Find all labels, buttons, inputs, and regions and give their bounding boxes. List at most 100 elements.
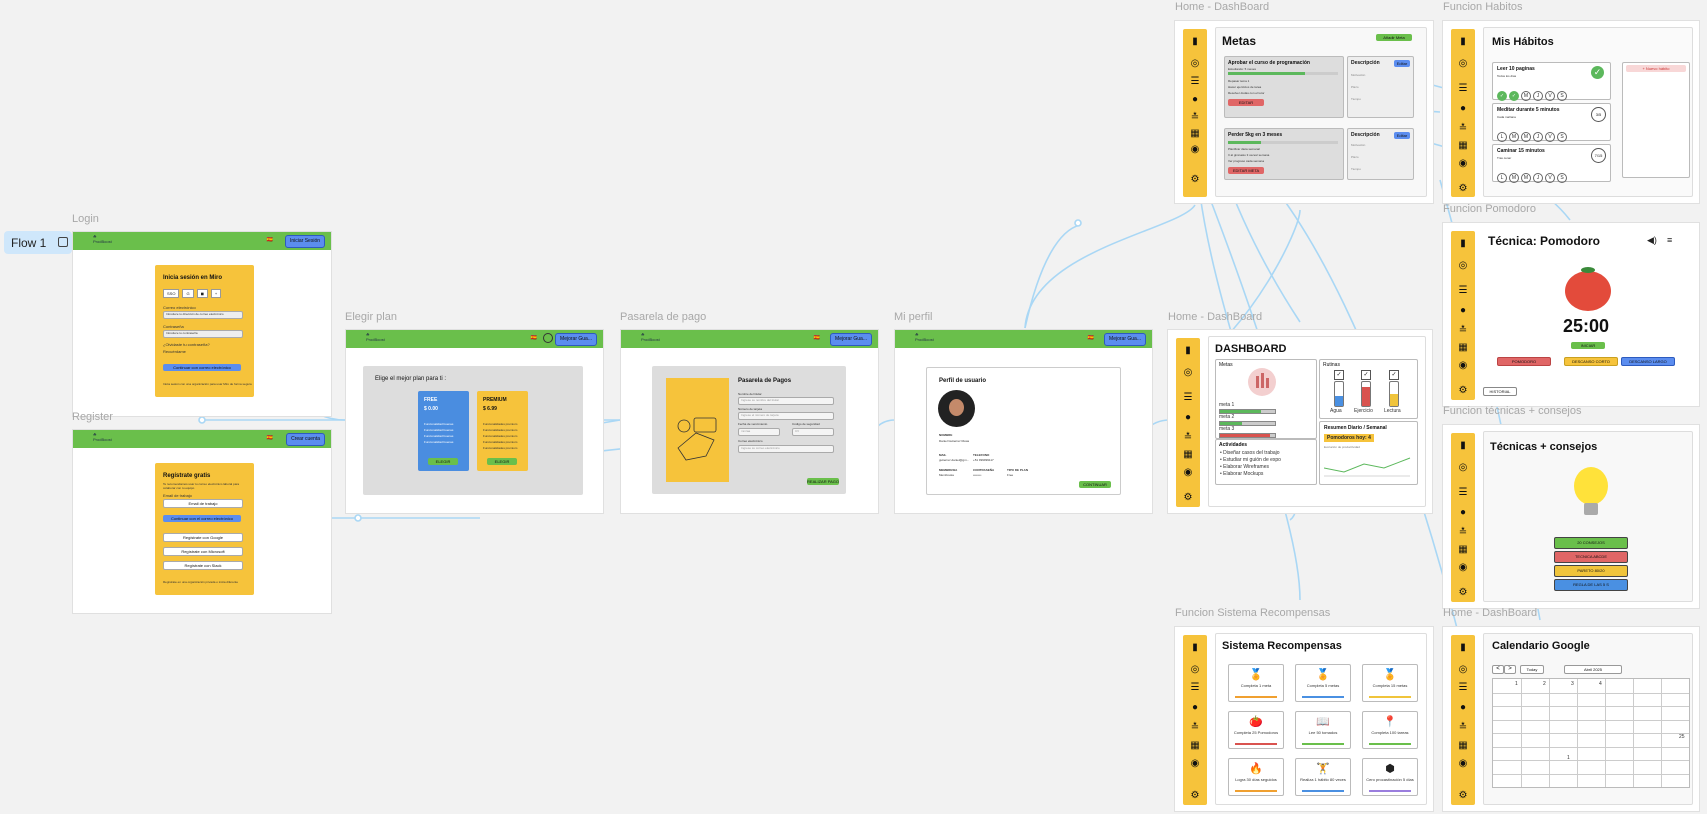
target-icon[interactable]: ◎ xyxy=(1190,59,1200,69)
tomato-icon[interactable]: ● xyxy=(1458,306,1468,316)
calendar-icon[interactable]: ▦ xyxy=(1458,545,1468,555)
routine-checkbox[interactable]: ✓ xyxy=(1334,370,1344,380)
day-check[interactable]: V xyxy=(1545,173,1555,183)
chart-icon[interactable]: ▮ xyxy=(1458,643,1468,653)
free-plan-select-button[interactable]: ELEGIR xyxy=(428,458,458,465)
list-icon[interactable]: ☰ xyxy=(1458,683,1468,693)
tip-pareto-button[interactable]: PARETO 80/20 xyxy=(1554,565,1628,577)
edit-goal-button[interactable]: EDITAR META xyxy=(1228,167,1264,174)
login-submit-button[interactable]: Continuar con correo electrónico xyxy=(163,364,241,371)
premium-plan-select-button[interactable]: ELEGIR xyxy=(487,458,517,465)
list-icon[interactable]: ☰ xyxy=(1458,286,1468,296)
user-icon[interactable] xyxy=(543,333,553,343)
microsoft-button[interactable]: ◼ xyxy=(196,289,208,298)
day-check[interactable]: M xyxy=(1521,132,1531,142)
google-button[interactable]: G xyxy=(182,289,194,298)
day-check[interactable]: S xyxy=(1557,91,1567,101)
pay-submit-button[interactable]: REALIZAR PAGO xyxy=(807,478,839,485)
mode-pomodoro-button[interactable]: POMODORO xyxy=(1497,357,1551,366)
goal-task[interactable]: Ir al gimnasio 3 veces/ semana xyxy=(1228,153,1269,157)
login-nav-button[interactable]: Iniciar Sesión xyxy=(284,235,325,248)
upgrade-button[interactable]: Mejorar Gua... xyxy=(555,333,597,346)
chart-icon[interactable]: ▮ xyxy=(1458,239,1468,249)
list-icon[interactable]: ☰ xyxy=(1190,683,1200,693)
day-check[interactable]: J xyxy=(1533,91,1543,101)
list-icon[interactable]: ☰ xyxy=(1190,77,1200,87)
target-icon[interactable]: ◎ xyxy=(1458,665,1468,675)
edit-description-button[interactable]: Editar xyxy=(1394,60,1410,67)
expiry-input[interactable]: mm/aa xyxy=(738,428,780,436)
routine-checkbox[interactable]: ✓ xyxy=(1389,370,1399,380)
day-check[interactable]: L xyxy=(1497,132,1507,142)
day-check[interactable]: J xyxy=(1533,173,1543,183)
goal-card[interactable]: Perder 5kg en 3 meses Planificar dieta s… xyxy=(1224,128,1344,180)
chart-icon[interactable]: ▮ xyxy=(1183,346,1193,356)
register-submit-button[interactable]: Continuar con el correo electrónico xyxy=(163,515,241,522)
tips-icon[interactable]: ≛ xyxy=(1458,124,1468,134)
tips-icon[interactable]: ≛ xyxy=(1458,326,1468,336)
target-icon[interactable]: ◎ xyxy=(1458,261,1468,271)
reward-card[interactable]: ⬢ Cero procastinación 5 días xyxy=(1362,758,1418,796)
flow-label[interactable]: Flow 1 xyxy=(4,231,72,254)
goal-task[interactable]: Planificar dieta semanal xyxy=(1228,147,1260,151)
history-button[interactable]: HISTORIAL xyxy=(1483,387,1517,396)
today-button[interactable]: Today xyxy=(1520,665,1544,674)
day-check[interactable]: V xyxy=(1545,132,1555,142)
free-plan-card[interactable]: FREE $ 0.00 Funcionalidad buenas Funcion… xyxy=(418,391,469,471)
language-flag[interactable]: 🇪🇸 xyxy=(267,435,273,441)
goal-task[interactable]: Hacer ejercicios de tarea xyxy=(1228,85,1261,89)
holder-input[interactable]: Ingrese su nombre del titular xyxy=(738,397,834,405)
prev-month-button[interactable]: < xyxy=(1492,665,1504,674)
reward-card[interactable]: 🏅 Completa 15 metas xyxy=(1362,664,1418,702)
chart-icon[interactable]: ▮ xyxy=(1458,441,1468,451)
google-signup-button[interactable]: Regístrate con Google xyxy=(163,533,243,542)
goal-task[interactable]: Repasar tema 1 xyxy=(1228,79,1249,83)
email-input[interactable]: Introduce tu dirección de correo electró… xyxy=(163,311,243,319)
sso-button[interactable]: SSO xyxy=(163,289,180,298)
goal-task[interactable]: Resolver dudas con el tutor xyxy=(1228,91,1265,95)
edit-description-button[interactable]: Editar xyxy=(1394,132,1410,139)
calendar-icon[interactable]: ▦ xyxy=(1458,343,1468,353)
tip-20-consejos-button[interactable]: 20 CONSEJOS xyxy=(1554,537,1628,549)
settings-icon[interactable]: ⚙ xyxy=(1458,588,1468,598)
list-icon[interactable]: ☰ xyxy=(1458,488,1468,498)
calendar-grid[interactable] xyxy=(1492,678,1690,788)
password-input[interactable]: Introduce tu contraseña xyxy=(163,330,243,338)
day-check[interactable]: S xyxy=(1557,132,1567,142)
calendar-icon[interactable]: ▦ xyxy=(1458,141,1468,151)
habit-card[interactable]: Meditar durante 5 minutos Cada mañana 3/… xyxy=(1492,103,1611,142)
tomato-icon[interactable]: ● xyxy=(1458,703,1468,713)
chart-icon[interactable]: ▮ xyxy=(1190,37,1200,47)
language-flag[interactable]: 🇪🇸 xyxy=(267,237,273,243)
tips-icon[interactable]: ≛ xyxy=(1190,723,1200,733)
day-check[interactable]: M xyxy=(1521,173,1531,183)
target-icon[interactable]: ◎ xyxy=(1458,463,1468,473)
routine-checkbox[interactable]: ✓ xyxy=(1361,370,1371,380)
list-icon[interactable]: ☰ xyxy=(1458,84,1468,94)
tomato-icon[interactable]: ● xyxy=(1190,703,1200,713)
volume-icon[interactable]: ◀) xyxy=(1647,235,1657,246)
settings-sliders-icon[interactable]: ≡ xyxy=(1667,235,1672,245)
profile-continue-button[interactable]: CONTINUAR xyxy=(1079,481,1111,488)
calendar-icon[interactable]: ▦ xyxy=(1458,741,1468,751)
target-icon[interactable]: ◎ xyxy=(1190,665,1200,675)
chart-icon[interactable]: ▮ xyxy=(1458,37,1468,47)
reward-card[interactable]: 📍 Completa 100 tareas xyxy=(1362,711,1418,749)
habit-card[interactable]: Caminar 15 minutos Tras cenar 7/15 LMMJV… xyxy=(1492,144,1611,183)
tomato-icon[interactable]: ● xyxy=(1458,104,1468,114)
goal-card[interactable]: Aprobar el curso de programación Estudia… xyxy=(1224,56,1344,118)
tomato-icon[interactable]: ● xyxy=(1183,413,1193,423)
pay-email-input[interactable]: Ingrese su correo electrónico xyxy=(738,445,834,453)
tomato-icon[interactable]: ● xyxy=(1458,508,1468,518)
settings-icon[interactable]: ⚙ xyxy=(1190,791,1200,801)
habit-days[interactable]: ✓ ✓ M J V S xyxy=(1497,84,1569,102)
award-icon[interactable]: ◉ xyxy=(1458,361,1468,371)
language-flag[interactable]: 🇪🇸 xyxy=(814,335,820,341)
language-flag[interactable]: 🇪🇸 xyxy=(531,335,537,341)
tips-icon[interactable]: ≛ xyxy=(1190,113,1200,123)
work-email-input[interactable]: Email de trabajo xyxy=(163,499,243,508)
edit-goal-button[interactable]: EDITAR xyxy=(1228,99,1264,106)
settings-icon[interactable]: ⚙ xyxy=(1183,493,1193,503)
day-check[interactable]: L xyxy=(1497,173,1507,183)
habit-card[interactable]: Leer 10 paginas Todos los días ✓ ✓ ✓ M J V S xyxy=(1492,62,1611,102)
